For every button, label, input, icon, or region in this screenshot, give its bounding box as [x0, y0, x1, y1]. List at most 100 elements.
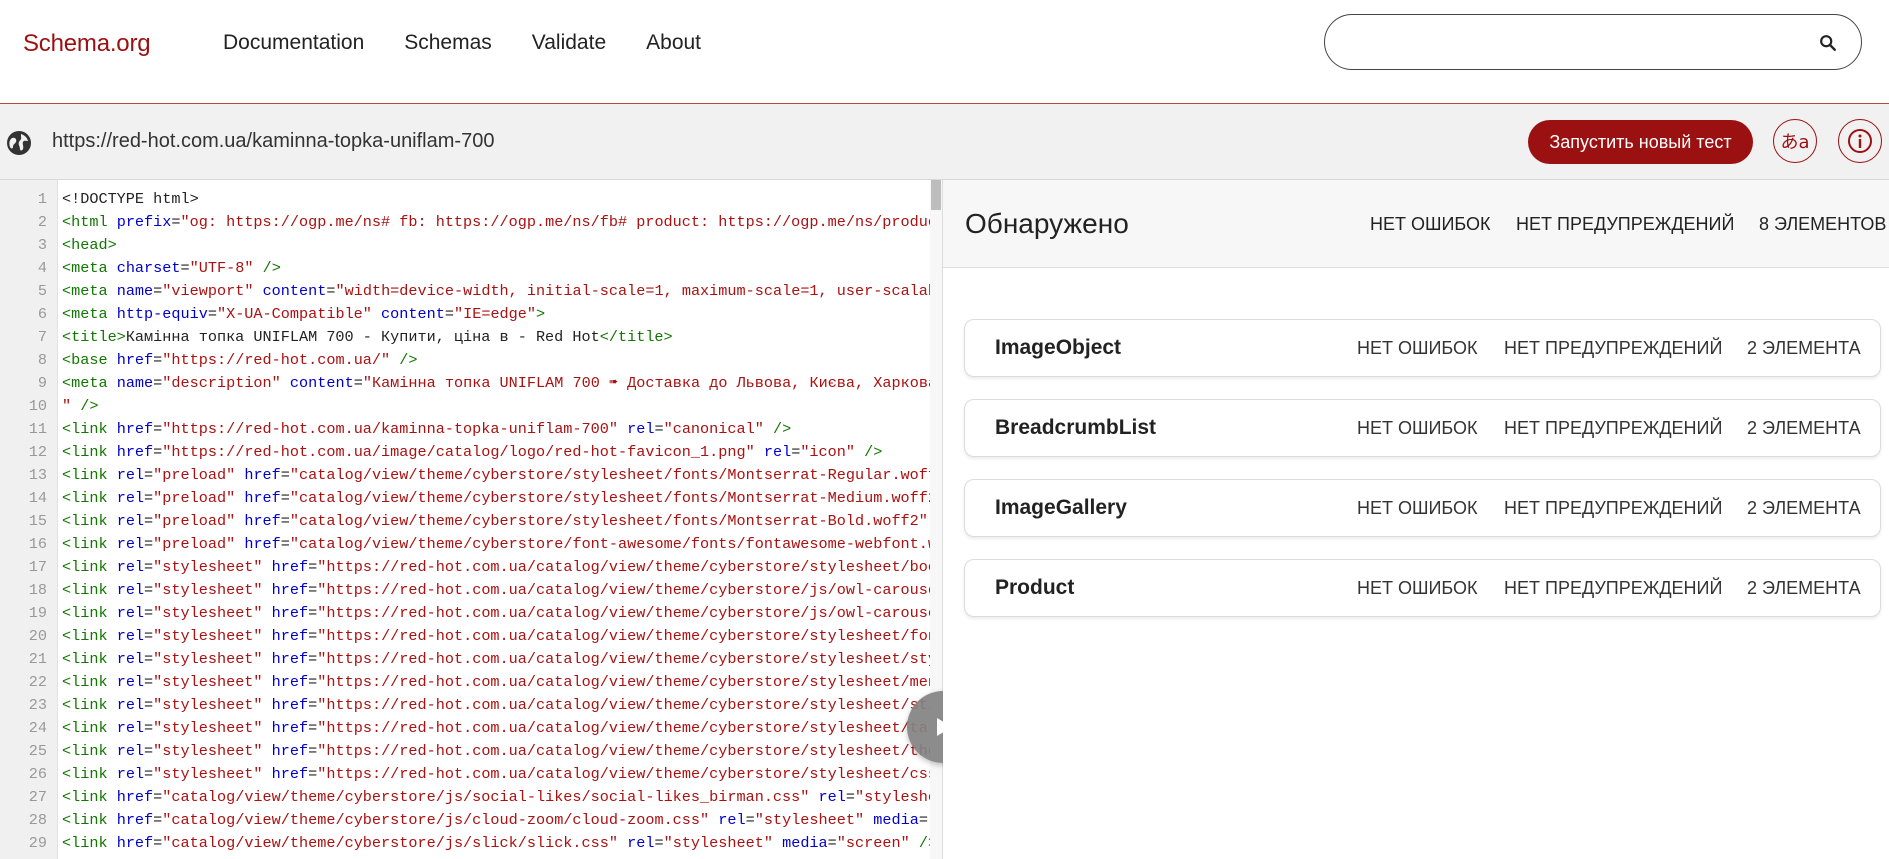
line-number: 19: [28, 604, 47, 622]
result-card-breadcrumblist[interactable]: BreadcrumbList НЕТ ОШИБОК НЕТ ПРЕДУПРЕЖД…: [964, 399, 1881, 457]
result-card-imageobject[interactable]: ImageObject НЕТ ОШИБОК НЕТ ПРЕДУПРЕЖДЕНИ…: [964, 319, 1881, 377]
code-text: <link href="catalog/view/theme/cyberstor…: [62, 834, 938, 852]
code-text: <link href="https://red-hot.com.ua/kamin…: [62, 420, 792, 438]
line-number: 9: [37, 374, 47, 392]
line-number: 16: [28, 535, 47, 553]
code-line: 2 <html prefix="og: https://ogp.me/ns# fb…: [0, 211, 942, 234]
code-text: <link rel="stylesheet" href="https://red…: [62, 673, 943, 691]
code-line: 4 <meta charset="UTF-8" />: [0, 257, 942, 280]
card-title: ImageGallery: [995, 496, 1127, 519]
detected-title: Обнаружено: [965, 208, 1129, 239]
code-text: <link href="catalog/view/theme/cyberstor…: [62, 811, 942, 829]
code-line: 10 " />: [0, 395, 942, 418]
code-text: <link href="catalog/view/theme/cyberstor…: [62, 855, 942, 859]
code-text: <link rel="preload" href="catalog/view/t…: [62, 512, 942, 530]
code-line: 28 <link href="catalog/view/theme/cyberst…: [0, 809, 942, 832]
code-text: <base href="https://red-hot.com.ua/" />: [62, 351, 418, 369]
translate-icon: あa: [1780, 132, 1810, 153]
line-number: 21: [28, 650, 47, 668]
code-line: 9 <meta name="description" content="Камін…: [0, 372, 942, 395]
code-line: 17 <link rel="stylesheet" href="https://r…: [0, 556, 942, 579]
result-card-imagegallery[interactable]: ImageGallery НЕТ ОШИБОК НЕТ ПРЕДУПРЕЖДЕН…: [964, 479, 1881, 537]
line-number: 6: [37, 305, 47, 323]
code-text: <meta name="viewport" content="width=dev…: [62, 282, 943, 300]
tested-url[interactable]: https://red-hot.com.ua/kaminna-topka-uni…: [52, 130, 494, 153]
nav-about[interactable]: About: [646, 31, 701, 55]
code-text: <link rel="stylesheet" href="https://red…: [62, 765, 943, 783]
card-errors: НЕТ ОШИБОК: [1357, 498, 1478, 518]
code-text: <!DOCTYPE html>: [62, 190, 199, 208]
code-text: <link rel="stylesheet" href="https://red…: [62, 742, 938, 760]
line-number: 18: [28, 581, 47, 599]
summary-warnings: НЕТ ПРЕДУПРЕЖДЕНИЙ: [1516, 214, 1735, 234]
code-line: 29 <link href="catalog/view/theme/cyberst…: [0, 832, 942, 855]
line-number: 17: [28, 558, 47, 576]
nav-schemas[interactable]: Schemas: [404, 31, 492, 55]
code-text: <head>: [62, 236, 117, 254]
line-number: 11: [28, 420, 47, 438]
code-text: <meta charset="UTF-8" />: [62, 259, 281, 277]
translate-button[interactable]: あa: [1773, 119, 1817, 163]
code-line: 26 <link rel="stylesheet" href="https://r…: [0, 763, 942, 786]
main-nav: Documentation Schemas Validate About: [223, 31, 741, 55]
code-line: 27 <link href="catalog/view/theme/cyberst…: [0, 786, 942, 809]
code-text: <html prefix="og: https://ogp.me/ns# fb:…: [62, 213, 943, 231]
code-text: <link rel="stylesheet" href="https://red…: [62, 650, 943, 668]
line-number: 22: [28, 673, 47, 691]
code-text: " />: [62, 397, 99, 415]
summary-items: 8 ЭЛЕМЕНТОВ: [1759, 214, 1887, 234]
nav-documentation[interactable]: Documentation: [223, 31, 364, 55]
code-text: <link rel="stylesheet" href="https://red…: [62, 604, 943, 622]
code-line: 25 <link rel="stylesheet" href="https://r…: [0, 740, 942, 763]
result-card-product[interactable]: Product НЕТ ОШИБОК НЕТ ПРЕДУПРЕЖДЕНИЙ 2 …: [964, 559, 1881, 617]
code-scrollbar-thumb[interactable]: [931, 180, 941, 210]
source-code-panel[interactable]: 1 <!DOCTYPE html> 2 <html prefix="og: https…: [0, 180, 943, 859]
code-text: <link rel="stylesheet" href="https://red…: [62, 627, 943, 645]
site-logo[interactable]: Schema.org: [23, 30, 151, 58]
code-text: <link rel="preload" href="catalog/view/t…: [62, 466, 943, 484]
line-number: 29: [28, 834, 47, 852]
code-text: <link rel="stylesheet" href="https://red…: [62, 719, 928, 737]
card-warnings: НЕТ ПРЕДУПРЕЖДЕНИЙ: [1504, 418, 1723, 438]
code-text: <meta name="description" content="Камінн…: [62, 374, 943, 392]
code-text: <link rel="stylesheet" href="https://red…: [62, 696, 938, 714]
code-line: 11 <link href="https://red-hot.com.ua/kam…: [0, 418, 942, 441]
search-input[interactable]: [1345, 27, 1789, 59]
code-line: 19 <link rel="stylesheet" href="https://r…: [0, 602, 942, 625]
line-number: 28: [28, 811, 47, 829]
card-title: Product: [995, 576, 1075, 599]
code-line: 24 <link rel="stylesheet" href="https://r…: [0, 717, 942, 740]
globe-icon: [7, 131, 31, 155]
card-items: 2 ЭЛЕМЕНТА: [1747, 418, 1861, 438]
code-line: 13 <link rel="preload" href="catalog/view…: [0, 464, 942, 487]
card-warnings: НЕТ ПРЕДУПРЕЖДЕНИЙ: [1504, 578, 1723, 598]
code-line: 20 <link rel="stylesheet" href="https://r…: [0, 625, 942, 648]
code-line: 7 <title>Камінна топка UNIFLAM 700 - Купи…: [0, 326, 942, 349]
code-line: 6 <meta http-equiv="X-UA-Compatible" cont…: [0, 303, 942, 326]
line-number: 2: [37, 213, 47, 231]
search-icon[interactable]: [1819, 34, 1837, 52]
line-number: 12: [28, 443, 47, 461]
line-number: 27: [28, 788, 47, 806]
line-number: 23: [28, 696, 47, 714]
code-text: <meta http-equiv="X-UA-Compatible" conte…: [62, 305, 546, 323]
line-number: 10: [28, 397, 47, 415]
results-panel: Обнаружено НЕТ ОШИБОК НЕТ ПРЕДУПРЕЖДЕНИЙ…: [943, 180, 1889, 859]
code-text: <link href="catalog/view/theme/cyberstor…: [62, 788, 942, 806]
card-items: 2 ЭЛЕМЕНТА: [1747, 578, 1861, 598]
line-number: 1: [37, 190, 47, 208]
code-line: 16 <link rel="preload" href="catalog/view…: [0, 533, 942, 556]
site-header: Schema.org Documentation Schemas Validat…: [0, 0, 1889, 104]
code-text: <link rel="preload" href="catalog/view/t…: [62, 489, 943, 507]
info-icon: [1848, 129, 1872, 153]
code-line: 3 <head>: [0, 234, 942, 257]
line-number: 8: [37, 351, 47, 369]
info-button[interactable]: [1838, 119, 1882, 163]
code-line: 18 <link rel="stylesheet" href="https://r…: [0, 579, 942, 602]
code-line: 5 <meta name="viewport" content="width=de…: [0, 280, 942, 303]
run-new-test-button[interactable]: Запустить новый тест: [1528, 120, 1753, 164]
results-summary: Обнаружено НЕТ ОШИБОК НЕТ ПРЕДУПРЕЖДЕНИЙ…: [943, 180, 1889, 268]
line-number: 30: [0, 855, 47, 859]
code-line: 21 <link rel="stylesheet" href="https://r…: [0, 648, 942, 671]
nav-validate[interactable]: Validate: [532, 31, 606, 55]
